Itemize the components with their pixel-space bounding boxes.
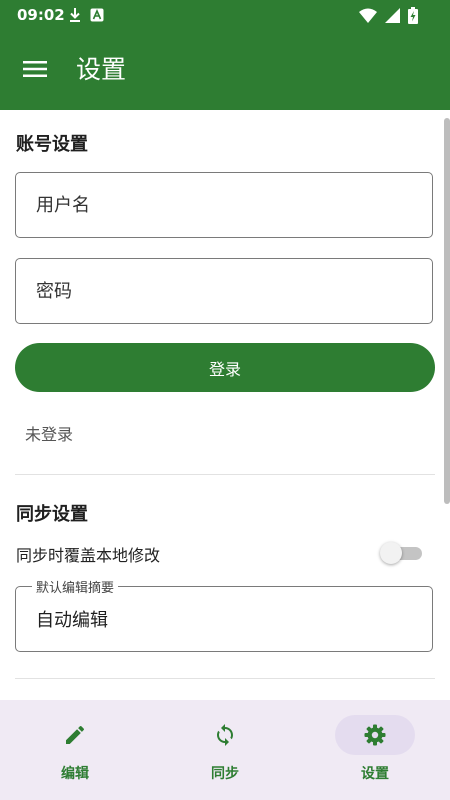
password-field[interactable] <box>15 258 433 324</box>
sync-icon <box>217 724 233 746</box>
nav-label: 编辑 <box>61 766 89 782</box>
username-input[interactable] <box>36 173 416 237</box>
sync-section-title: 同步设置 <box>16 504 88 525</box>
gear-icon <box>364 724 386 746</box>
battery-icon <box>408 6 418 24</box>
username-field[interactable] <box>15 172 433 238</box>
password-input[interactable] <box>36 259 416 323</box>
account-section-title: 账号设置 <box>16 134 88 155</box>
nav-label: 设置 <box>361 766 389 782</box>
signal-icon <box>385 7 400 23</box>
app-bar: 设置 <box>0 30 450 110</box>
status-notification-icons <box>68 6 104 24</box>
status-time: 09:02 <box>17 6 65 24</box>
settings-content[interactable]: 账号设置 登录 未登录 同步设置 同步时覆盖本地修改 默认编辑摘要 <box>0 110 450 700</box>
divider <box>15 678 435 679</box>
overwrite-local-switch[interactable] <box>380 542 422 564</box>
nav-item-settings[interactable]: 设置 <box>300 700 450 800</box>
default-summary-field[interactable]: 默认编辑摘要 <box>15 577 433 652</box>
page-title: 设置 <box>76 55 127 84</box>
menu-icon <box>23 61 47 77</box>
overwrite-local-label: 同步时覆盖本地修改 <box>16 546 161 565</box>
nav-item-sync[interactable]: 同步 <box>150 700 300 800</box>
menu-button[interactable] <box>23 57 47 81</box>
divider <box>15 474 435 475</box>
status-bar: 09:02 <box>0 0 450 30</box>
download-icon <box>70 8 80 22</box>
default-summary-input[interactable] <box>36 587 416 651</box>
nav-item-edit[interactable]: 编辑 <box>0 700 150 800</box>
pencil-icon <box>66 725 85 744</box>
wifi-icon <box>359 8 377 23</box>
switch-thumb <box>380 542 402 564</box>
nav-label: 同步 <box>211 766 239 782</box>
font-app-icon <box>90 8 104 22</box>
scrollbar[interactable] <box>444 118 450 504</box>
status-system-icons <box>359 6 418 24</box>
bottom-navigation: 编辑 同步 设置 <box>0 700 450 800</box>
login-button[interactable]: 登录 <box>15 343 435 392</box>
login-status-text: 未登录 <box>25 425 74 444</box>
